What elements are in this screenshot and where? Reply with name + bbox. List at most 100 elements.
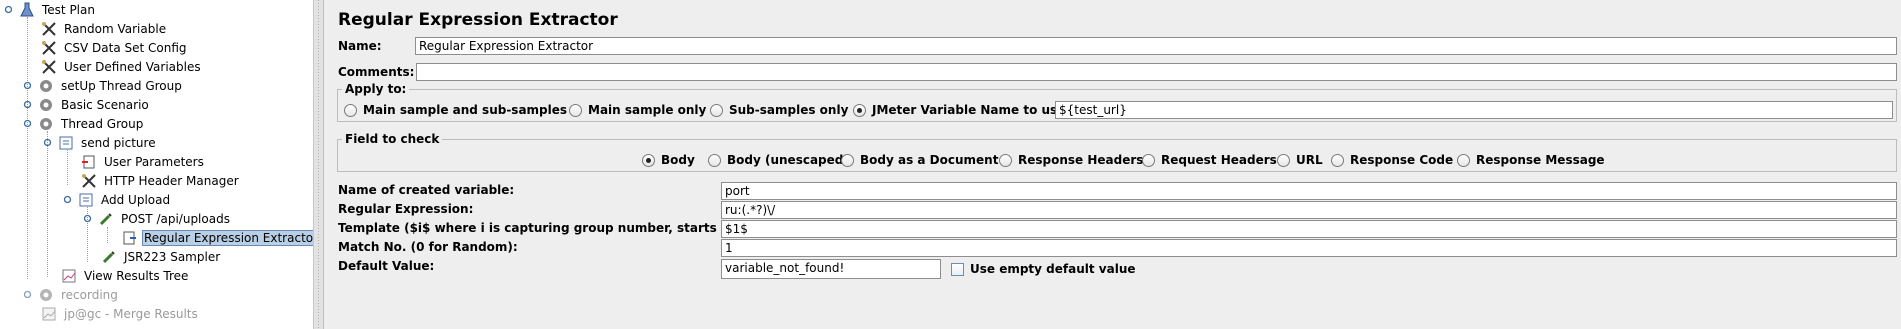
tree-node-label: CSV Data Set Config [62, 40, 189, 56]
radio-dot-icon [1277, 154, 1290, 167]
tree-node-label: recording [59, 287, 120, 303]
radio-label: Main sample and sub-samples [363, 103, 567, 117]
match-number-field[interactable]: 1 [721, 239, 1897, 257]
field-request-headers-radio[interactable]: Request Headers [1142, 153, 1277, 167]
pane-splitter[interactable] [314, 0, 324, 329]
tree-node-label: send picture [79, 135, 158, 151]
tree-node-user-parameters[interactable]: User Parameters [80, 153, 206, 171]
expand-toggle-icon[interactable] [23, 100, 32, 109]
radio-label: Body as a Document [860, 153, 998, 167]
scissors-icon [80, 172, 98, 190]
tree-node-label: setUp Thread Group [59, 78, 184, 94]
tree-node-add-upload[interactable]: Add Upload [63, 191, 172, 209]
name-field[interactable]: Regular Expression Extractor [415, 37, 1897, 55]
radio-label: Body (unescaped) [727, 153, 849, 167]
tree-node-csv-data-set-config[interactable]: CSV Data Set Config [40, 39, 189, 57]
template-field[interactable]: $1$ [721, 220, 1897, 238]
collapse-toggle-icon[interactable] [43, 138, 52, 147]
variable-name-field[interactable]: port [721, 182, 1897, 200]
template-label: Template ($i$ where i is capturing group… [338, 221, 758, 235]
field-response-message-radio[interactable]: Response Message [1457, 153, 1605, 167]
collapse-toggle-icon[interactable] [83, 214, 92, 223]
tree-node-http-header-manager[interactable]: HTTP Header Manager [80, 172, 241, 190]
tree-node-label: User Defined Variables [62, 59, 203, 75]
tree-node-label: JSR223 Sampler [122, 249, 222, 265]
tree-node-label: Regular Expression Extractor [142, 230, 314, 246]
radio-dot-icon [710, 104, 723, 117]
field-url-radio[interactable]: URL [1277, 153, 1323, 167]
tree-connector [47, 131, 48, 277]
radio-dot-icon [642, 154, 655, 167]
field-body-unescaped-radio[interactable]: Body (unescaped) [708, 153, 849, 167]
regex-label: Regular Expression: [338, 202, 473, 216]
tree-node-label: HTTP Header Manager [102, 173, 241, 189]
graph-icon [40, 305, 58, 323]
regex-field[interactable]: ru:(.*?)\/ [721, 201, 1897, 219]
comments-field[interactable] [416, 63, 1897, 81]
radio-dot-icon [1331, 154, 1344, 167]
postprocessor-icon [120, 229, 138, 247]
field-response-headers-radio[interactable]: Response Headers [999, 153, 1143, 167]
preprocessor-icon [80, 153, 98, 171]
tree-node-setup-thread-group[interactable]: setUp Thread Group [23, 77, 184, 95]
tree-node-regular-expression-extractor[interactable]: Regular Expression Extractor [120, 229, 314, 247]
tree-node-label: jp@gc - Merge Results [62, 306, 200, 322]
page-title: Regular Expression Extractor [338, 10, 618, 30]
tree-node-view-results-tree[interactable]: View Results Tree [60, 267, 190, 285]
field-to-check-title: Field to check [342, 132, 442, 146]
tree-node-user-defined-variables[interactable]: User Defined Variables [40, 58, 203, 76]
tree-node-thread-group[interactable]: Thread Group [23, 115, 145, 133]
field-body-as-document-radio[interactable]: Body as a Document [841, 153, 998, 167]
tree-node-label: User Parameters [102, 154, 206, 170]
tree-node-label: Thread Group [59, 116, 145, 132]
use-empty-default-checkbox[interactable]: Use empty default value [951, 262, 1136, 276]
radio-label: Request Headers [1161, 153, 1277, 167]
radio-label: URL [1296, 153, 1323, 167]
field-body-radio[interactable]: Body [642, 153, 695, 167]
jmeter-variable-name-field[interactable]: ${test_url} [1055, 101, 1893, 119]
apply-main-only-radio[interactable]: Main sample only [569, 103, 706, 117]
test-plan-tree[interactable]: Test Plan Random Variable CSV Data Set C… [0, 0, 314, 329]
graph-icon [60, 267, 78, 285]
tree-node-basic-scenario[interactable]: Basic Scenario [23, 96, 151, 114]
apply-jmeter-variable-radio[interactable]: JMeter Variable Name to use [853, 103, 1065, 117]
checkbox-box-icon [951, 263, 964, 276]
collapse-toggle-icon[interactable] [23, 119, 32, 128]
gear-icon [37, 115, 55, 133]
collapse-toggle-icon[interactable] [63, 195, 72, 204]
tree-node-label: Add Upload [99, 192, 172, 208]
gear-icon [37, 77, 55, 95]
apply-to-title: Apply to: [342, 82, 409, 96]
default-value-field[interactable]: variable_not_found! [721, 259, 941, 279]
expand-toggle-icon[interactable] [23, 81, 32, 90]
radio-label: Response Message [1476, 153, 1605, 167]
field-response-code-radio[interactable]: Response Code [1331, 153, 1453, 167]
tree-node-label: POST /api/uploads [119, 211, 232, 227]
tree-node-random-variable[interactable]: Random Variable [40, 20, 168, 38]
pipette-icon [100, 248, 118, 266]
tree-node-label: Test Plan [40, 2, 97, 18]
apply-sub-only-radio[interactable]: Sub-samples only [710, 103, 848, 117]
gear-icon [37, 286, 55, 304]
radio-label: JMeter Variable Name to use [872, 103, 1065, 117]
tree-node-label: View Results Tree [82, 268, 190, 284]
tree-node-send-picture[interactable]: send picture [43, 134, 158, 152]
tree-node-test-plan[interactable]: Test Plan [4, 1, 97, 19]
comments-label: Comments: [338, 65, 414, 79]
tree-node-recording[interactable]: recording [23, 286, 120, 304]
tree-node-post-api-uploads[interactable]: POST /api/uploads [83, 210, 232, 228]
tree-connector [67, 150, 68, 185]
apply-main-and-sub-radio[interactable]: Main sample and sub-samples [344, 103, 567, 117]
radio-dot-icon [841, 154, 854, 167]
radio-dot-icon [344, 104, 357, 117]
transaction-controller-icon [77, 191, 95, 209]
tree-node-jsr223-sampler[interactable]: JSR223 Sampler [100, 248, 222, 266]
tree-node-merge-results[interactable]: jp@gc - Merge Results [40, 305, 200, 323]
collapse-toggle-icon[interactable] [4, 5, 13, 14]
transaction-controller-icon [57, 134, 75, 152]
radio-label: Sub-samples only [729, 103, 848, 117]
expand-toggle-icon[interactable] [23, 290, 32, 299]
radio-dot-icon [1142, 154, 1155, 167]
gear-icon [37, 96, 55, 114]
tree-node-label: Basic Scenario [59, 97, 151, 113]
